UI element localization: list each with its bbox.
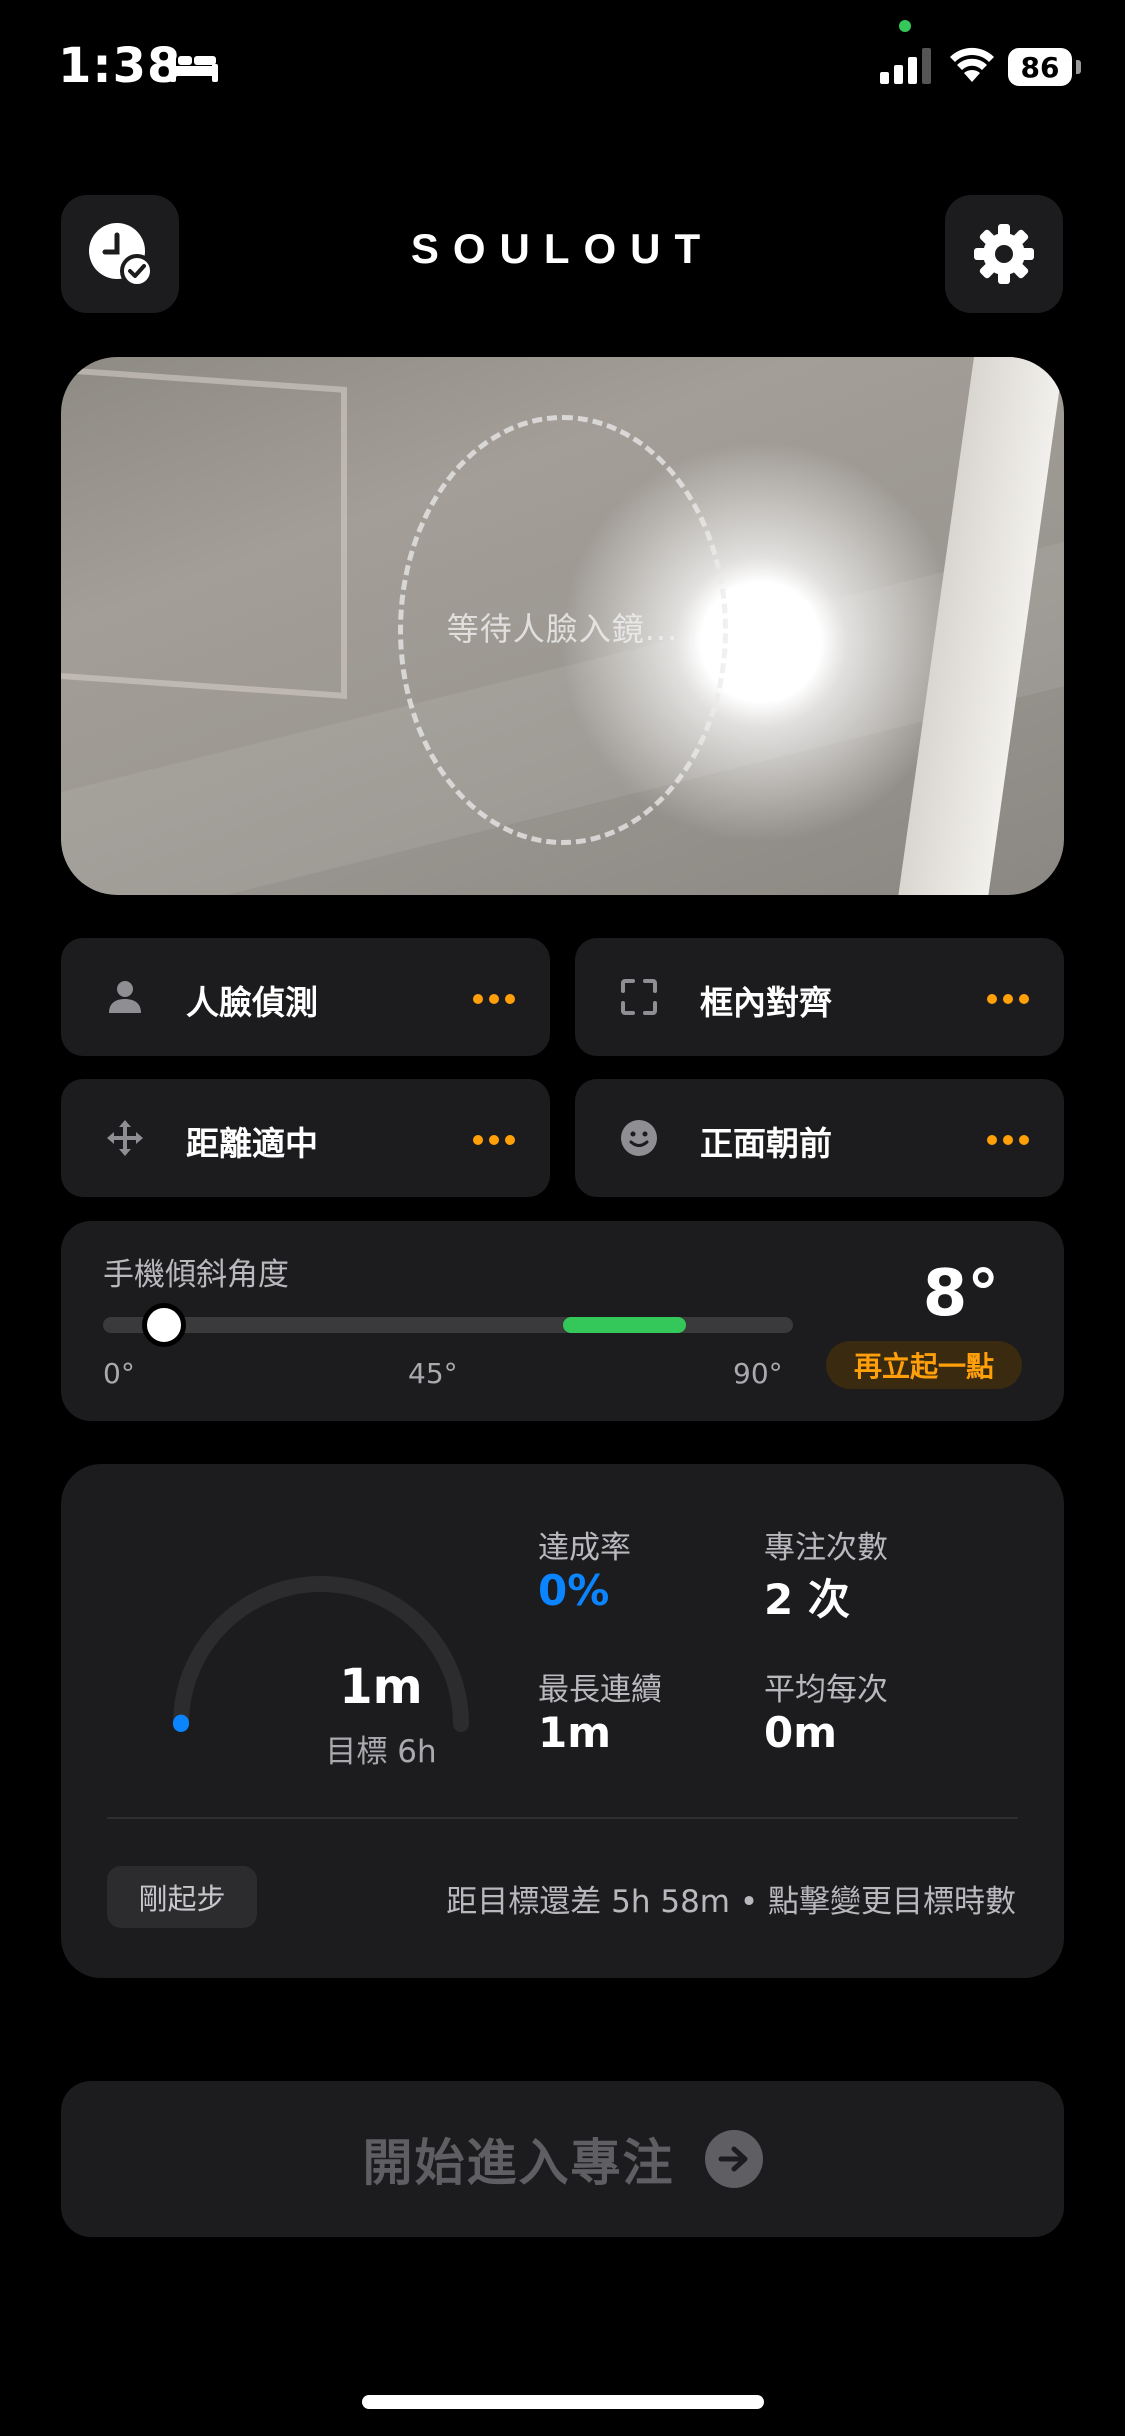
- sessions-label: 專注次數: [764, 1530, 888, 1566]
- longest-value: 1m: [538, 1708, 611, 1757]
- check-label: 人臉偵測: [186, 983, 318, 1022]
- tilt-tick-45: 45°: [408, 1357, 458, 1390]
- battery-level: 86: [1008, 48, 1072, 86]
- tilt-value: 8°: [922, 1257, 1000, 1331]
- cellular-signal-icon: [880, 48, 931, 84]
- remaining-goal-text[interactable]: 距目標還差 5h 58m • 點擊變更目標時數: [446, 1876, 1016, 1921]
- gauge-target: 目標 6h: [325, 1734, 437, 1770]
- privacy-indicator-dot: [899, 20, 911, 32]
- gauge-value: 1m: [339, 1659, 423, 1715]
- tilt-hint-badge: 再立起一點: [826, 1341, 1022, 1389]
- tilt-track: [103, 1303, 793, 1347]
- wifi-icon: [950, 47, 994, 82]
- start-focus-button[interactable]: 開始進入專注: [61, 2081, 1064, 2237]
- tilt-angle-card: 手機傾斜角度 0° 45° 90° 8° 再立起一點: [61, 1221, 1064, 1421]
- tilt-tick-0: 0°: [103, 1357, 135, 1390]
- home-indicator[interactable]: [362, 2395, 764, 2409]
- pending-dots-icon: [473, 994, 515, 1004]
- check-label: 框內對齊: [700, 983, 832, 1022]
- frame-icon: [621, 979, 657, 1015]
- camera-preview: 等待人臉入鏡...: [61, 357, 1064, 895]
- stats-card[interactable]: 1m 目標 6h 達成率 0% 專注次數 2 次 最長連續 1m 平均每次 0m…: [61, 1464, 1064, 1978]
- tilt-indicator-knob: [142, 1303, 187, 1347]
- completion-label: 達成率: [538, 1530, 631, 1566]
- pending-dots-icon: [987, 994, 1029, 1004]
- waiting-face-text: 等待人臉入鏡...: [446, 610, 679, 648]
- arrow-right-icon: [704, 2130, 763, 2188]
- move-arrows-icon: [107, 1120, 143, 1156]
- stats-divider: [107, 1817, 1018, 1819]
- start-focus-label: 開始進入專注: [362, 2134, 675, 2192]
- completion-value: 0%: [538, 1566, 610, 1615]
- longest-label: 最長連續: [538, 1672, 662, 1708]
- tilt-label: 手機傾斜角度: [103, 1257, 289, 1293]
- smiley-icon: [621, 1120, 657, 1156]
- tilt-tick-90: 90°: [733, 1357, 783, 1390]
- check-face-detection: 人臉偵測: [61, 938, 550, 1056]
- status-bar: 1:38 86: [0, 0, 1125, 140]
- check-label: 距離適中: [186, 1124, 318, 1163]
- settings-button[interactable]: [945, 195, 1063, 313]
- person-icon: [109, 981, 141, 1013]
- check-facing-forward: 正面朝前: [575, 1079, 1064, 1197]
- battery-tip: [1076, 60, 1081, 74]
- screen: 1:38 86 SOULOUT 等待人臉入鏡... 人臉偵測 框內對齊 距離適中…: [0, 0, 1125, 2436]
- sessions-value: 2 次: [764, 1575, 850, 1624]
- gear-icon: [974, 224, 1034, 284]
- pending-dots-icon: [987, 1135, 1029, 1145]
- status-time: 1:38: [58, 38, 182, 94]
- check-frame-alignment: 框內對齊: [575, 938, 1064, 1056]
- check-distance: 距離適中: [61, 1079, 550, 1197]
- level-badge: 剛起步: [107, 1866, 257, 1928]
- pending-dots-icon: [473, 1135, 515, 1145]
- tilt-target-range: [563, 1317, 686, 1333]
- check-label: 正面朝前: [700, 1124, 832, 1163]
- average-value: 0m: [764, 1708, 837, 1757]
- bed-icon: [170, 52, 218, 82]
- average-label: 平均每次: [764, 1672, 888, 1708]
